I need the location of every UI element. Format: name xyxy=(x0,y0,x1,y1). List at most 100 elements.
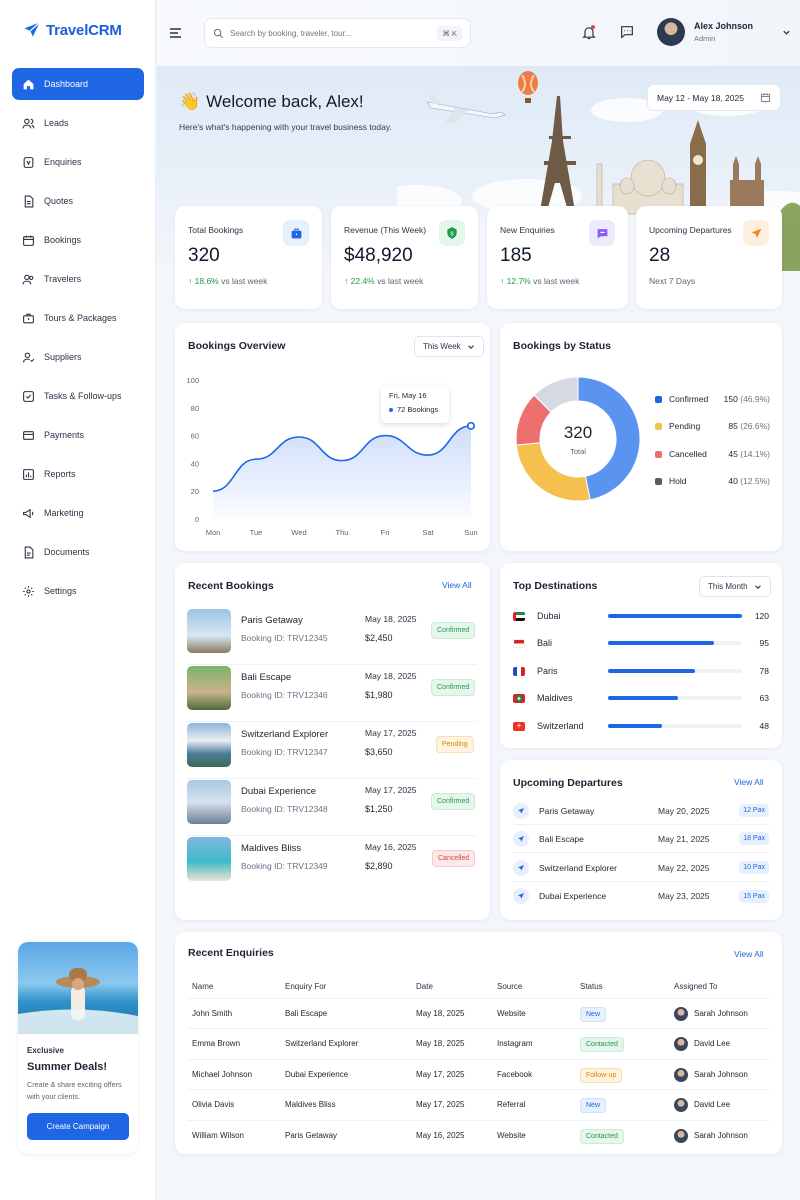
date-range-text: May 12 - May 18, 2025 xyxy=(657,92,744,103)
sidebar-item-marketing[interactable]: Marketing xyxy=(12,497,144,529)
file-icon xyxy=(24,195,34,207)
welcome-text: Welcome back, Alex! xyxy=(206,92,364,111)
booking-price: $3,650 xyxy=(365,747,393,757)
x-tick-label: Thu xyxy=(336,528,349,537)
briefcase-icon xyxy=(283,220,309,246)
recent-bookings-title: Recent Bookings xyxy=(188,580,274,592)
y-tick-label: 80 xyxy=(191,404,199,413)
booking-name: Bali Escape xyxy=(241,672,292,683)
avatar xyxy=(674,1097,688,1112)
messages-button[interactable] xyxy=(619,24,635,45)
table-row[interactable]: John Smith Bali Escape May 18, 2025 Website… xyxy=(188,998,770,1028)
avatar xyxy=(674,1006,688,1021)
y-tick-label: 0 xyxy=(195,515,199,524)
table-row[interactable]: Michael Johnson Dubai Experience May 17, 2… xyxy=(188,1059,770,1089)
stat-note: Next 7 Days xyxy=(649,276,696,286)
booking-date: May 18, 2025 xyxy=(365,671,417,681)
date-range-picker[interactable]: May 12 - May 18, 2025 xyxy=(647,84,781,111)
departure-row[interactable]: Bali Escape May 21, 2025 18 Pax xyxy=(513,825,769,853)
stat-value: 185 xyxy=(500,245,532,266)
departure-row[interactable]: Dubai Experience May 23, 2025 15 Pax xyxy=(513,882,769,910)
search-input[interactable] xyxy=(230,28,432,38)
sidebar-item-label: Marketing xyxy=(44,508,84,518)
sidebar-item-travelers[interactable]: Travelers xyxy=(12,263,144,295)
document-icon xyxy=(24,546,34,558)
booking-row[interactable]: Dubai Experience Booking ID: TRV12348 Ma… xyxy=(187,779,477,836)
y-tick-label: 100 xyxy=(186,376,199,385)
sidebar-item-quotes[interactable]: Quotes xyxy=(12,185,144,217)
table-row[interactable]: Olivia Davis Maldives Bliss May 17, 2025 Re… xyxy=(188,1089,770,1119)
travelers-icon xyxy=(22,274,34,284)
legend-dot xyxy=(655,477,662,485)
destination-bar xyxy=(608,614,742,618)
top-destinations-title: Top Destinations xyxy=(513,580,598,592)
recent-enquiries-title: Recent Enquiries xyxy=(188,947,274,959)
promo-title: Summer Deals! xyxy=(27,1061,108,1073)
booking-row[interactable]: Switzerland Explorer Booking ID: TRV1234… xyxy=(187,722,477,779)
notification-button[interactable] xyxy=(581,24,597,46)
top-destinations-card: Top Destinations This Month Dubai 120 Bal… xyxy=(500,563,782,748)
create-campaign-button[interactable]: Create Campaign xyxy=(27,1113,129,1140)
booking-row[interactable]: Bali Escape Booking ID: TRV12346 May 18,… xyxy=(187,665,477,722)
chevron-down-icon xyxy=(783,30,790,35)
sidebar-item-documents[interactable]: Documents xyxy=(12,536,144,568)
card-icon xyxy=(23,430,34,440)
x-tick-label: Sat xyxy=(422,528,434,537)
status-badge: Cancelled xyxy=(432,850,476,867)
sidebar-item-reports[interactable]: Reports xyxy=(12,458,144,490)
gear-icon xyxy=(23,585,34,597)
sidebar-item-tasks[interactable]: Tasks & Follow-ups xyxy=(12,380,144,412)
app-logo[interactable]: TravelCRM xyxy=(22,20,122,40)
booking-thumbnail-dubai xyxy=(187,780,231,824)
status-badge: Follow-up xyxy=(580,1068,623,1083)
search-shortcut: ⌘ K xyxy=(437,25,462,41)
recent-bookings-view-all-link[interactable]: View All xyxy=(442,580,472,590)
booking-row[interactable]: Maldives Bliss Booking ID: TRV12349 May … xyxy=(187,836,477,893)
enquiries-view-all-link[interactable]: View All xyxy=(734,949,764,959)
app-name: TravelCRM xyxy=(46,21,122,39)
status-badge: Contacted xyxy=(580,1129,624,1144)
stat-label: Upcoming Departures xyxy=(649,225,732,235)
maldives-flag-icon xyxy=(513,693,525,703)
table-row[interactable]: Emma Brown Switzerland Explorer May 18, 20… xyxy=(188,1028,770,1058)
sidebar-nav: Dashboard Leads Enquiries Quotes Booking… xyxy=(12,68,144,614)
bookings-overview-card: Bookings Overview This Week 0 20 40 60 80 100… xyxy=(175,323,490,551)
destination-row-dubai: Dubai 120 xyxy=(513,609,769,623)
hamburger-icon xyxy=(170,28,181,38)
pax-badge: 15 Pax xyxy=(739,889,769,903)
sidebar-item-dashboard[interactable]: Dashboard xyxy=(12,68,144,100)
sidebar-item-bookings[interactable]: Bookings xyxy=(12,224,144,256)
booking-id: Booking ID: TRV12346 xyxy=(241,690,328,700)
sidebar-item-suppliers[interactable]: Suppliers xyxy=(12,341,144,373)
table-row[interactable]: William Wilson Paris Getaway May 16, 2025 W… xyxy=(188,1120,770,1150)
sidebar-item-leads[interactable]: Leads xyxy=(12,107,144,139)
sidebar-item-label: Travelers xyxy=(44,274,82,284)
megaphone-icon xyxy=(23,508,34,518)
departure-row[interactable]: Switzerland Explorer May 22, 2025 10 Pax xyxy=(513,854,769,882)
departures-view-all-link[interactable]: View All xyxy=(734,777,764,787)
booking-price: $1,250 xyxy=(365,804,393,814)
sidebar-item-payments[interactable]: Payments xyxy=(12,419,144,451)
sidebar-item-settings[interactable]: Settings xyxy=(12,575,144,607)
booking-thumbnail-paris xyxy=(187,609,231,653)
status-badge: New xyxy=(580,1007,607,1022)
search-box[interactable]: ⌘ K xyxy=(204,18,471,48)
avatar xyxy=(674,1036,688,1051)
menu-toggle-button[interactable] xyxy=(169,26,182,44)
departure-row[interactable]: Paris Getaway May 20, 2025 12 Pax xyxy=(513,797,769,825)
destination-bar xyxy=(608,724,662,728)
sidebar-item-label: Payments xyxy=(44,430,85,440)
stat-label: Revenue (This Week) xyxy=(344,225,427,235)
tooltip-value: 72 Bookings xyxy=(389,405,441,414)
booking-row[interactable]: Paris Getaway Booking ID: TRV12345 May 1… xyxy=(187,608,477,665)
legend-cancelled: Cancelled 45 (14.1%) xyxy=(655,449,770,459)
user-menu[interactable]: Alex Johnson Admin xyxy=(657,18,791,46)
donut-total: 320 xyxy=(563,423,593,442)
booking-date: May 16, 2025 xyxy=(365,842,417,852)
stat-value: 28 xyxy=(649,245,671,266)
booking-name: Dubai Experience xyxy=(241,786,316,797)
sidebar-item-tours[interactable]: Tours & Packages xyxy=(12,302,144,334)
destinations-period-select[interactable]: This Month xyxy=(699,576,771,597)
sidebar-item-enquiries[interactable]: Enquiries xyxy=(12,146,144,178)
upcoming-departures-card: Upcoming Departures View All Paris Getaw… xyxy=(500,760,782,920)
